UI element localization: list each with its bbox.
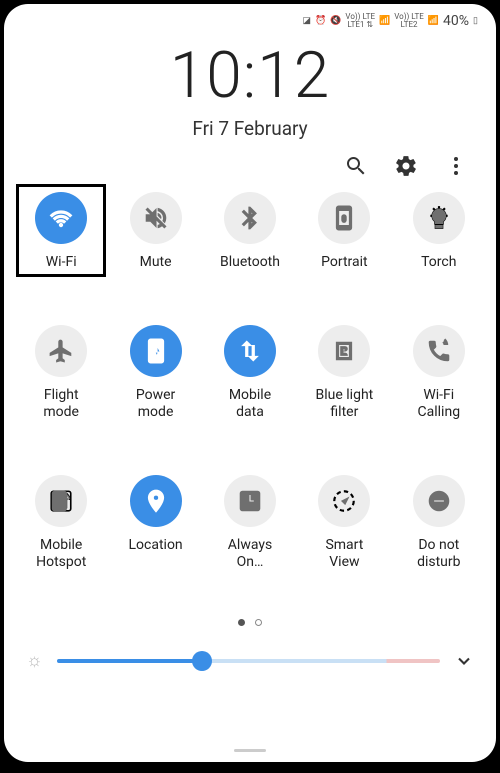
clock-time: 10:12 <box>4 38 496 113</box>
page-dot-inactive <box>255 619 262 626</box>
tile-label: Wi-Fi Calling <box>418 387 461 421</box>
tile-label: Portrait <box>321 254 367 271</box>
tile-bluetooth[interactable]: Bluetooth <box>203 192 297 271</box>
tile-label: Bluetooth <box>220 254 280 271</box>
tile-alwayson[interactable]: Always On… <box>203 475 297 571</box>
tile-label: Smart View <box>325 537 363 571</box>
battery-percent: 40% <box>443 13 469 29</box>
tile-dnd[interactable]: Do not disturb <box>392 475 486 571</box>
wifi-icon <box>35 192 87 244</box>
wificalling-icon <box>413 325 465 377</box>
flight-icon <box>35 325 87 377</box>
mute-status-icon: 🔇 <box>330 16 341 26</box>
tile-label: Blue light filter <box>316 387 374 421</box>
bluetooth-icon <box>224 192 276 244</box>
dnd-icon <box>413 475 465 527</box>
tile-label: Wi-Fi <box>46 254 77 271</box>
tile-power[interactable]: Power mode <box>108 325 202 421</box>
status-bar: ◪ ⏰ 🔇 Vo)) LTELTE1 ⇅ 📶 Vo)) LTELTE2 📶 40… <box>4 4 496 32</box>
signal1-icon: 📶 <box>379 16 390 26</box>
tile-torch[interactable]: Torch <box>392 192 486 271</box>
tile-label: Torch <box>421 254 456 271</box>
alarm-icon: ⏰ <box>315 16 326 26</box>
panel-actions <box>4 140 496 186</box>
location-icon <box>130 475 182 527</box>
clock-block: 10:12 Fri 7 February <box>4 38 496 140</box>
tile-location[interactable]: Location <box>108 475 202 571</box>
tile-mobiledata[interactable]: Mobile data <box>203 325 297 421</box>
tile-label: Location <box>129 537 183 554</box>
sim2-indicator: Vo)) LTELTE2 <box>394 13 424 29</box>
sim1-indicator: Vo)) LTELTE1 ⇅ <box>345 13 375 29</box>
tile-label: Do not disturb <box>417 537 460 571</box>
tile-label: Mobile Hotspot <box>36 537 86 571</box>
tiles-grid: Wi-Fi Mute Bluetooth Portrait Torch Flight mo… <box>4 186 496 571</box>
alwayson-icon <box>224 475 276 527</box>
more-icon[interactable] <box>444 154 468 178</box>
portrait-icon <box>318 192 370 244</box>
tile-label: Mobile data <box>229 387 271 421</box>
clock-date: Fri 7 February <box>4 117 496 140</box>
drag-handle[interactable] <box>234 749 266 752</box>
tile-label: Power mode <box>136 387 175 421</box>
tile-hotspot[interactable]: Mobile Hotspot <box>14 475 108 571</box>
tile-wifi[interactable]: Wi-Fi <box>14 192 108 271</box>
search-icon[interactable] <box>344 154 368 178</box>
quick-settings-panel: ◪ ⏰ 🔇 Vo)) LTELTE1 ⇅ 📶 Vo)) LTELTE2 📶 40… <box>4 4 496 762</box>
gear-icon[interactable] <box>394 154 418 178</box>
signal2-icon: 📶 <box>428 16 439 26</box>
torch-icon <box>413 192 465 244</box>
hotspot-icon <box>35 475 87 527</box>
mute-icon <box>130 192 182 244</box>
brightness-row: ☼ <box>4 626 496 671</box>
brightness-icon: ☼ <box>26 650 43 671</box>
chevron-down-icon[interactable] <box>454 651 474 671</box>
tile-mute[interactable]: Mute <box>108 192 202 271</box>
brightness-thumb[interactable] <box>192 651 212 671</box>
brightness-slider[interactable] <box>57 659 441 663</box>
tile-flight[interactable]: Flight mode <box>14 325 108 421</box>
page-dot-active <box>238 619 245 626</box>
tile-label: Always On… <box>228 537 272 571</box>
tile-label: Flight mode <box>43 387 79 421</box>
tile-bluelight[interactable]: Blue light filter <box>297 325 391 421</box>
mobiledata-icon <box>224 325 276 377</box>
bluelight-icon <box>318 325 370 377</box>
tile-portrait[interactable]: Portrait <box>297 192 391 271</box>
battery-icon: ▯ <box>473 16 478 26</box>
tile-wificalling[interactable]: Wi-Fi Calling <box>392 325 486 421</box>
tile-label: Mute <box>140 254 172 271</box>
smartview-icon <box>318 475 370 527</box>
power-icon <box>130 325 182 377</box>
page-indicator[interactable] <box>4 619 496 626</box>
tile-smartview[interactable]: Smart View <box>297 475 391 571</box>
battery-saver-icon: ◪ <box>302 16 311 26</box>
